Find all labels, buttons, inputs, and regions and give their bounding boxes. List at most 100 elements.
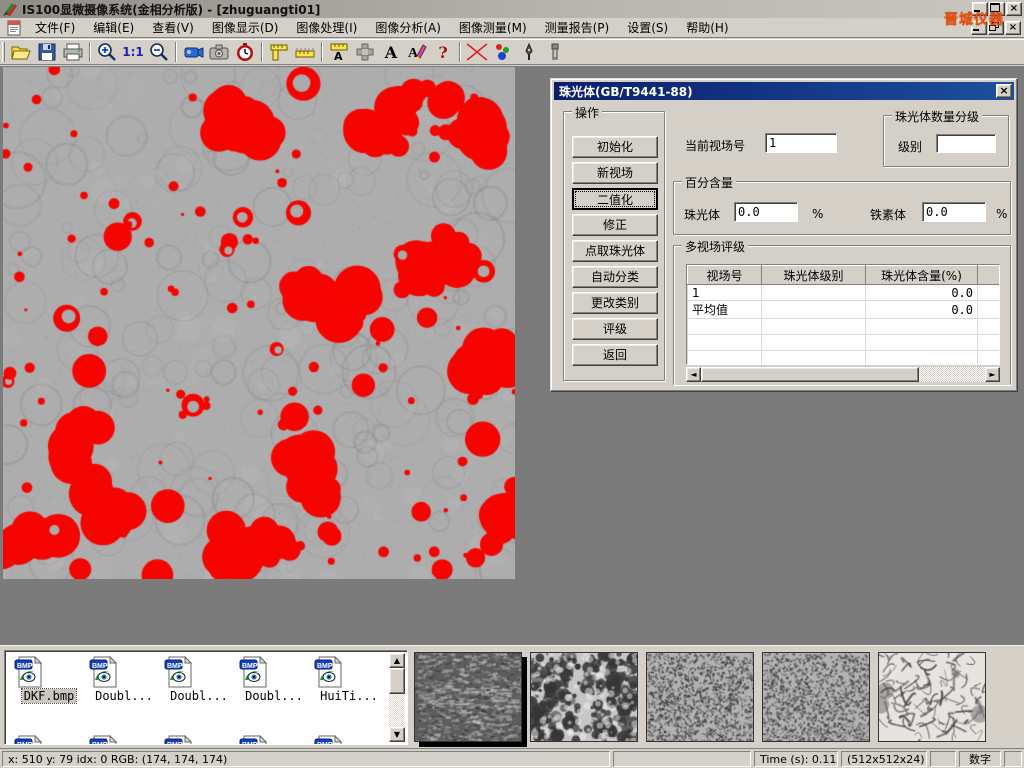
current-view-input[interactable] xyxy=(765,133,837,153)
menu-bar: 文件(F) 编辑(E) 查看(V) 图像显示(D) 图像处理(I) 图像分析(A… xyxy=(0,18,1024,38)
actual-size-button[interactable]: 1:1 xyxy=(120,40,146,64)
file-name[interactable]: DKF.bmp xyxy=(22,689,77,703)
return-button[interactable]: 返回 xyxy=(572,344,658,366)
thumbnail-4[interactable] xyxy=(762,652,870,742)
scroll-up-icon[interactable]: ▲ xyxy=(389,653,405,668)
file-item[interactable]: BMP Doubl... xyxy=(88,656,160,703)
annotate-button[interactable]: A xyxy=(404,40,430,64)
thumbnail-1[interactable] xyxy=(414,652,522,742)
file-name[interactable]: Doubl... xyxy=(93,689,155,703)
pick-pearlite-button[interactable]: 点取珠光体 xyxy=(572,240,658,262)
color-points-button[interactable] xyxy=(490,40,516,64)
file-name[interactable]: Doubl... xyxy=(168,689,230,703)
table-row[interactable]: 1 0.0 xyxy=(688,285,1001,301)
col-pearlite[interactable]: 珠光体含量(%) xyxy=(866,266,978,285)
file-item[interactable]: BMP xyxy=(163,735,235,745)
grade-input[interactable] xyxy=(936,134,996,153)
file-item[interactable]: BMP Doubl... xyxy=(163,656,235,703)
video-capture-button[interactable] xyxy=(180,40,206,64)
video-camera-icon xyxy=(182,44,204,60)
init-button[interactable]: 初始化 xyxy=(572,136,658,158)
table-horizontal-scrollbar[interactable]: ◄ ► xyxy=(686,367,1000,382)
menu-file[interactable]: 文件(F) xyxy=(26,17,84,38)
document-icon[interactable] xyxy=(6,20,22,36)
col-grade[interactable]: 珠光体级别 xyxy=(762,266,866,285)
file-name[interactable]: Doubl... xyxy=(243,689,305,703)
file-item[interactable]: BMP Doubl... xyxy=(238,656,310,703)
zoom-out-button[interactable] xyxy=(146,40,172,64)
menu-image-processing[interactable]: 图像处理(I) xyxy=(287,17,366,38)
menu-settings[interactable]: 设置(S) xyxy=(618,17,677,38)
timer-button[interactable] xyxy=(232,40,258,64)
measure-text-icon: A xyxy=(329,42,349,62)
rate-button[interactable]: 评级 xyxy=(572,318,658,340)
multifield-table[interactable]: 视场号 珠光体级别 珠光体含量(%) 铁素体含量(%) 1 0.0 平均值 0.… xyxy=(686,264,1000,365)
svg-text:BMP: BMP xyxy=(167,663,183,670)
metallographic-image[interactable] xyxy=(3,67,515,579)
file-item[interactable]: BMP xyxy=(313,735,385,745)
save-button[interactable] xyxy=(34,40,60,64)
merge-button[interactable] xyxy=(352,40,378,64)
ruler-button[interactable] xyxy=(292,40,318,64)
scroll-left-icon[interactable]: ◄ xyxy=(686,367,701,382)
col-ferrite[interactable]: 铁素体含量(%) xyxy=(978,266,1001,285)
measure-text-button[interactable]: A xyxy=(326,40,352,64)
new-field-button[interactable]: 新视场 xyxy=(572,162,658,184)
file-item[interactable]: BMP DKF.bmp xyxy=(13,656,85,703)
pen-button[interactable] xyxy=(516,40,542,64)
dialog-close-icon[interactable]: × xyxy=(996,84,1012,98)
help-button[interactable]: ? xyxy=(430,40,456,64)
zoom-in-button[interactable] xyxy=(94,40,120,64)
svg-text:BMP: BMP xyxy=(167,742,183,745)
table-row[interactable]: 平均值 0.0 xyxy=(688,301,1001,319)
auto-classify-button[interactable]: 自动分类 xyxy=(572,266,658,288)
binarize-button[interactable]: 二值化 xyxy=(572,188,658,210)
text-button[interactable]: A xyxy=(378,40,404,64)
capture-button[interactable] xyxy=(206,40,232,64)
svg-text:BMP: BMP xyxy=(317,742,333,745)
file-name[interactable]: HuiTi... xyxy=(318,689,380,703)
scroll-down-icon[interactable]: ▼ xyxy=(389,727,405,742)
file-item[interactable]: BMP xyxy=(88,735,160,745)
close-icon[interactable]: × xyxy=(1006,2,1022,16)
menu-view[interactable]: 查看(V) xyxy=(143,17,203,38)
print-button[interactable] xyxy=(60,40,86,64)
curve-tool-button[interactable] xyxy=(464,40,490,64)
scrollbar-thumb[interactable] xyxy=(701,367,919,382)
file-item[interactable]: BMP HuiTi... xyxy=(313,656,385,703)
grade-label: 级别 xyxy=(898,138,922,155)
change-class-button[interactable]: 更改类别 xyxy=(572,292,658,314)
brush-button[interactable] xyxy=(542,40,568,64)
thumbnail-2[interactable] xyxy=(530,652,638,742)
dialog-title: 珠光体(GB/T9441-88) xyxy=(559,83,693,100)
svg-text:BMP: BMP xyxy=(317,663,333,670)
open-icon xyxy=(10,42,32,62)
scrollbar-thumb[interactable] xyxy=(389,668,405,694)
ferrite-percent-input[interactable] xyxy=(922,202,986,222)
file-item[interactable]: BMP xyxy=(13,735,85,745)
col-field[interactable]: 视场号 xyxy=(688,266,762,285)
dialog-title-bar[interactable]: 珠光体(GB/T9441-88) × xyxy=(554,82,1014,100)
menu-edit[interactable]: 编辑(E) xyxy=(84,17,143,38)
pearlite-percent-input[interactable] xyxy=(734,202,798,222)
pen-icon xyxy=(522,42,536,62)
correct-button[interactable]: 修正 xyxy=(572,214,658,236)
curve-tool-icon xyxy=(465,42,489,62)
toolbar-grip[interactable] xyxy=(2,42,5,62)
caliper-button[interactable] xyxy=(266,40,292,64)
svg-text:BMP: BMP xyxy=(242,663,258,670)
thumbnail-3[interactable] xyxy=(646,652,754,742)
menu-report[interactable]: 测量报告(P) xyxy=(536,17,619,38)
menu-help[interactable]: 帮助(H) xyxy=(677,17,737,38)
file-item[interactable]: BMP xyxy=(238,735,310,745)
menu-image-analysis[interactable]: 图像分析(A) xyxy=(366,17,450,38)
menu-image-display[interactable]: 图像显示(D) xyxy=(203,17,288,38)
menu-image-measure[interactable]: 图像测量(M) xyxy=(450,17,536,38)
open-button[interactable] xyxy=(8,40,34,64)
thumbnail-5[interactable] xyxy=(878,652,986,742)
scroll-right-icon[interactable]: ► xyxy=(985,367,1000,382)
file-list-scrollbar[interactable]: ▲ ▼ xyxy=(389,653,405,742)
child-close-icon[interactable]: × xyxy=(1005,21,1021,35)
pearlite-dialog: 珠光体(GB/T9441-88) × 操作 初始化 新视场 二值化 修正 点取珠… xyxy=(550,78,1018,392)
svg-text:BMP: BMP xyxy=(17,663,33,670)
